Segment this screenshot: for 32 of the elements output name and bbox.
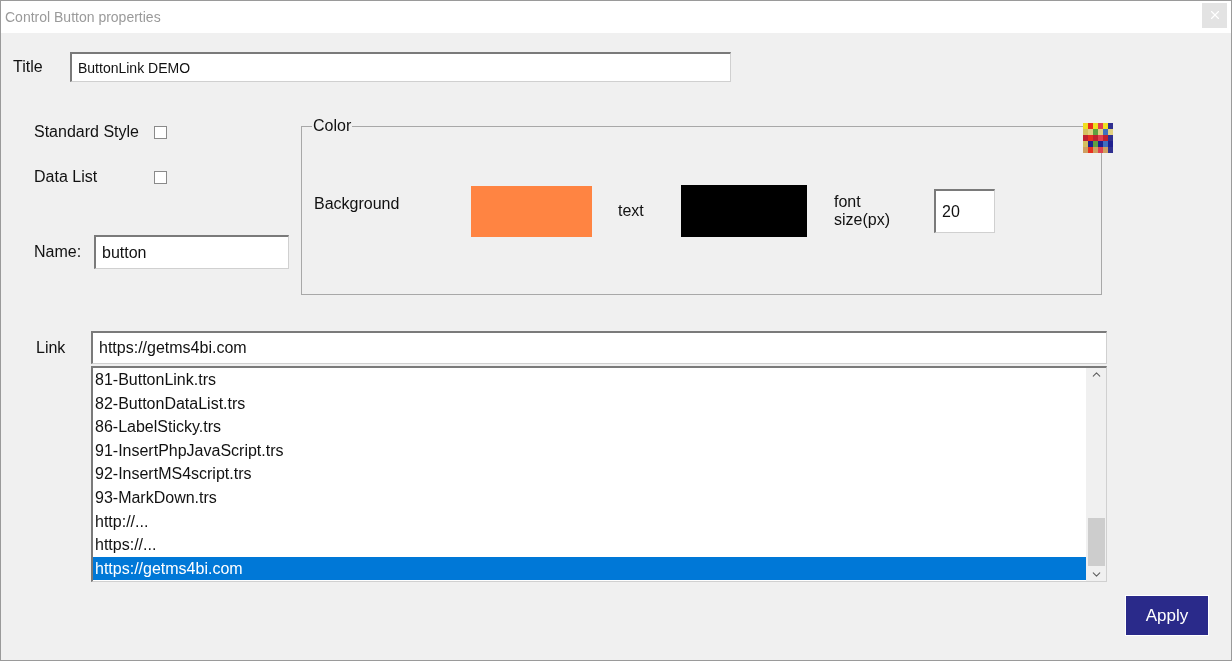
list-item[interactable]: 92-InsertMS4script.trs bbox=[93, 462, 1086, 486]
list-item[interactable]: 82-ButtonDataList.trs bbox=[93, 391, 1086, 416]
color-swatch[interactable] bbox=[471, 185, 592, 237]
field-label: Title bbox=[13, 58, 44, 76]
field-label: Name: bbox=[34, 243, 83, 261]
list-item[interactable]: https://getms4bi.com bbox=[93, 556, 1086, 581]
name-input-field[interactable]: button bbox=[94, 235, 289, 269]
color-palette-icon[interactable] bbox=[1083, 123, 1113, 153]
list-item[interactable]: http://... bbox=[93, 509, 1086, 534]
field-label: Link bbox=[36, 338, 67, 357]
link-input-field[interactable]: https://getms4bi.com bbox=[91, 331, 1107, 364]
list-item[interactable]: 86-LabelSticky.trs bbox=[93, 415, 1086, 439]
checkbox[interactable] bbox=[154, 170, 167, 184]
font-size-label: font size(px) bbox=[834, 193, 891, 229]
apply-button[interactable]: Apply bbox=[1125, 595, 1209, 636]
checkbox[interactable] bbox=[154, 125, 167, 139]
color-label: text bbox=[618, 202, 645, 220]
title-input-field[interactable]: ButtonLink DEMO bbox=[70, 52, 731, 82]
group-label: Color bbox=[312, 117, 353, 135]
scrollbar[interactable] bbox=[1086, 368, 1106, 581]
checkbox-label: Standard Style bbox=[34, 123, 140, 141]
close-button[interactable] bbox=[1202, 2, 1227, 28]
checkbox-label: Data List bbox=[34, 168, 99, 186]
color-swatch[interactable] bbox=[681, 185, 807, 237]
list-item[interactable]: 91-InsertPhpJavaScript.trs bbox=[93, 438, 1086, 463]
list-item[interactable]: https://... bbox=[93, 533, 1086, 557]
list-item[interactable]: 93-MarkDown.trs bbox=[93, 485, 1086, 510]
window-title: Control Button properties bbox=[5, 9, 161, 25]
font-size-input-field[interactable]: 20 bbox=[934, 189, 995, 233]
color-label: Background bbox=[314, 195, 401, 213]
list-item[interactable]: 81-ButtonLink.trs bbox=[93, 368, 1086, 392]
scrollbar-thumb[interactable] bbox=[1087, 518, 1105, 566]
